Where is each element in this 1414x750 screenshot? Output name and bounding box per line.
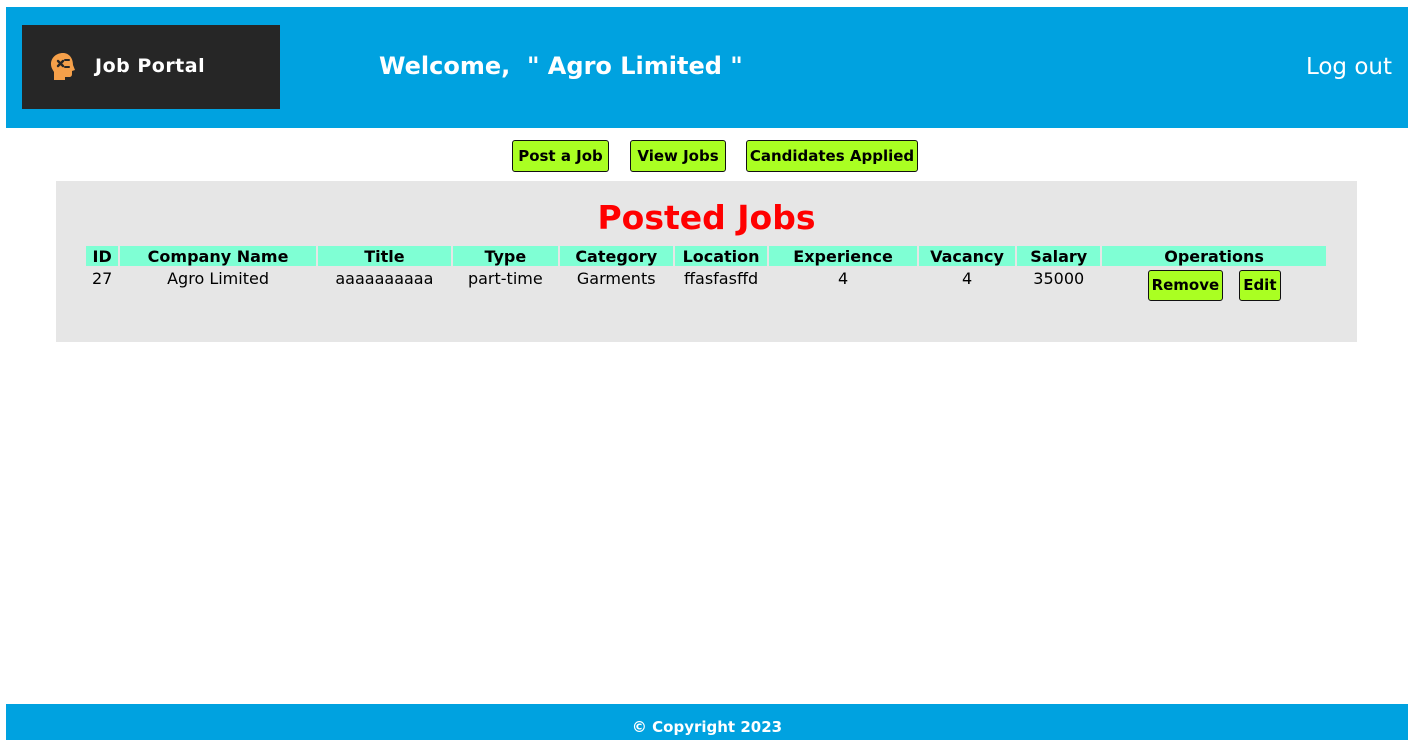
- cell-location: ffasfasffd: [684, 269, 759, 288]
- welcome-message: Welcome, " Agro Limited ": [379, 52, 743, 80]
- view-jobs-button[interactable]: View Jobs: [630, 140, 726, 172]
- cell-type: part-time: [467, 269, 543, 288]
- cell-salary: 35000: [1033, 269, 1085, 288]
- logo-text: Job Portal: [95, 55, 206, 77]
- column-header-salary: Salary: [1017, 246, 1101, 266]
- cell-category: Garments: [576, 269, 656, 288]
- page-footer: © Copyright 2023: [6, 704, 1408, 740]
- remove-button[interactable]: Remove: [1147, 270, 1224, 301]
- edit-button[interactable]: Edit: [1239, 270, 1281, 301]
- cell-id: 27: [91, 269, 113, 288]
- posted-jobs-panel: Posted Jobs ID Company Name Title Type C…: [56, 181, 1357, 342]
- column-header-location: Location: [674, 246, 768, 266]
- logout-link[interactable]: Log out: [1306, 54, 1392, 80]
- column-header-type: Type: [452, 246, 558, 266]
- employer-nav: Post a Job View Jobs Candidates Applied: [0, 140, 1414, 174]
- column-header-id: ID: [86, 246, 119, 266]
- page-title: Posted Jobs: [597, 198, 816, 237]
- column-header-category: Category: [559, 246, 673, 266]
- jobs-table: ID Company Name Title Type Category Loca…: [84, 244, 1328, 303]
- head-icon: [51, 53, 75, 80]
- column-header-operations: Operations: [1102, 246, 1326, 266]
- candidates-applied-button[interactable]: Candidates Applied: [746, 140, 918, 172]
- post-job-button[interactable]: Post a Job: [512, 140, 609, 172]
- column-header-company: Company Name: [120, 246, 316, 266]
- column-header-title: Title: [317, 246, 451, 266]
- cell-vacancy: 4: [961, 269, 973, 288]
- column-header-experience: Experience: [769, 246, 917, 266]
- table-row: 27 Agro Limited aaaaaaaaaa part-time Gar…: [86, 268, 1326, 301]
- cell-title: aaaaaaaaaa: [335, 269, 434, 288]
- cell-operations: Remove Edit: [1102, 268, 1326, 301]
- logo[interactable]: Job Portal: [22, 25, 280, 109]
- cell-company: Agro Limited: [167, 269, 269, 288]
- table-header-row: ID Company Name Title Type Category Loca…: [86, 246, 1326, 266]
- copyright-text: © Copyright 2023: [631, 718, 783, 736]
- cell-experience: 4: [837, 269, 849, 288]
- page-header: Job Portal Welcome, " Agro Limited " Log…: [6, 7, 1408, 128]
- column-header-vacancy: Vacancy: [918, 246, 1016, 266]
